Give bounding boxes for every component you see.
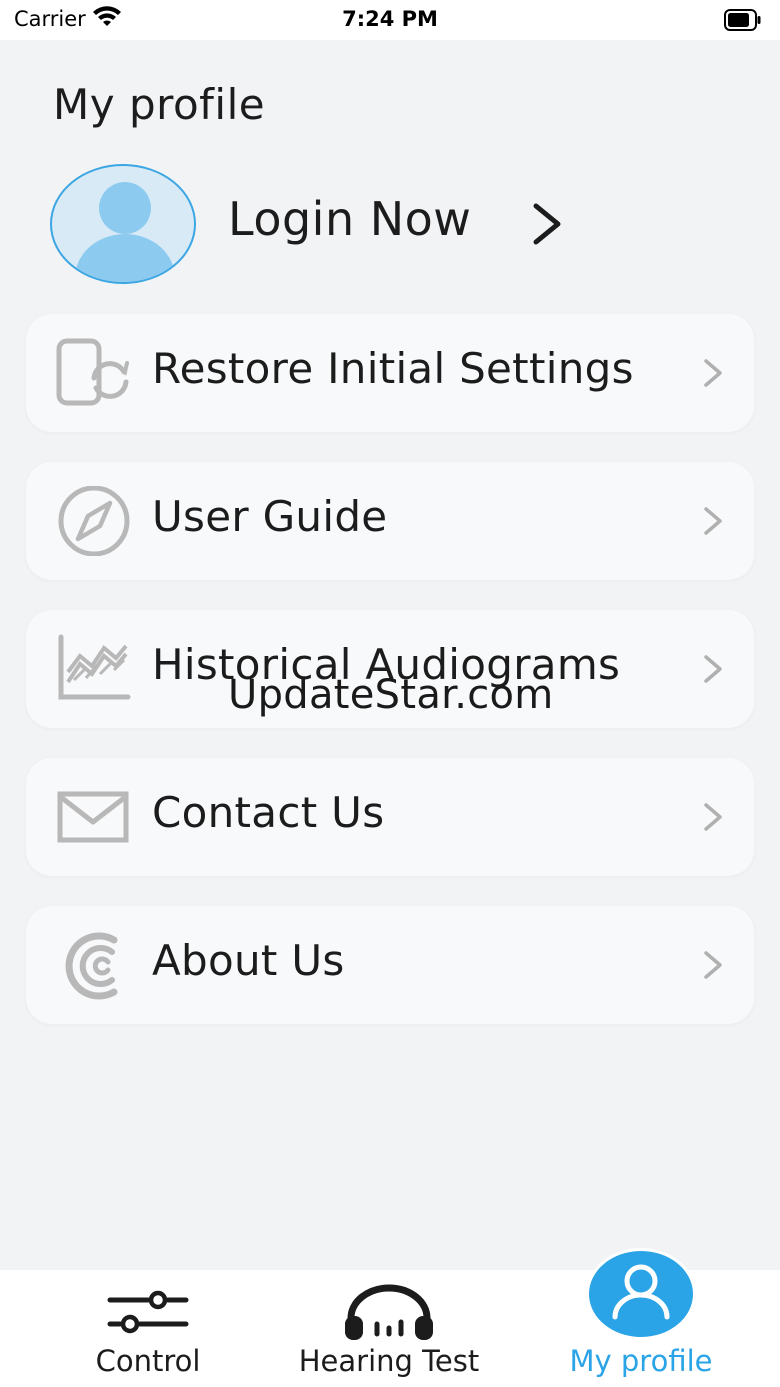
active-tab-bubble	[586, 1248, 696, 1340]
mail-icon	[57, 791, 129, 843]
tab-hearing-test[interactable]: Hearing Test	[284, 1270, 494, 1387]
chevron-right-icon	[704, 951, 722, 979]
tab-label: Control	[95, 1344, 201, 1378]
user-icon	[612, 1264, 670, 1320]
phone-reset-icon	[56, 338, 129, 406]
sliders-icon	[107, 1290, 189, 1334]
chevron-right-icon	[704, 359, 722, 387]
profile-screen: Carrier 7:24 PM My profile Login Now Res…	[0, 0, 780, 1387]
tab-bar: Control Hearing Test My profile	[0, 1248, 780, 1387]
status-bar-ghost	[0, 40, 780, 48]
chevron-right-icon	[704, 803, 722, 831]
avatar[interactable]	[50, 164, 196, 284]
chevron-right-icon	[704, 655, 722, 683]
brand-logo-icon	[65, 932, 118, 1000]
login-now-label[interactable]: Login Now	[228, 192, 471, 246]
status-time: 7:24 PM	[342, 7, 438, 31]
tab-control[interactable]: Control	[68, 1270, 228, 1387]
menu-item-label: Contact Us	[152, 788, 385, 837]
menu-item-restore-settings[interactable]: Restore Initial Settings	[26, 314, 754, 432]
menu-item-about-us[interactable]: About Us	[26, 906, 754, 1024]
chevron-right-icon	[704, 507, 722, 535]
chart-icon	[58, 634, 131, 700]
watermark-text: UpdateStar.com	[228, 672, 554, 718]
tab-my-profile[interactable]: My profile	[558, 1248, 724, 1387]
tab-label: My profile	[569, 1344, 713, 1378]
menu-item-user-guide[interactable]: User Guide	[26, 462, 754, 580]
status-bar: Carrier 7:24 PM	[0, 0, 780, 40]
login-row[interactable]: Login Now	[50, 164, 650, 284]
headphones-icon	[345, 1284, 433, 1340]
default-avatar-icon	[75, 182, 175, 282]
chevron-right-icon	[533, 203, 561, 245]
menu-item-contact-us[interactable]: Contact Us	[26, 758, 754, 876]
page-title: My profile	[53, 80, 266, 129]
tab-label: Hearing Test	[298, 1344, 480, 1378]
compass-icon	[58, 486, 130, 556]
menu-item-label: About Us	[152, 936, 345, 985]
battery-icon	[724, 9, 761, 31]
menu-item-label: User Guide	[152, 492, 388, 541]
menu-item-label: Restore Initial Settings	[152, 344, 634, 393]
